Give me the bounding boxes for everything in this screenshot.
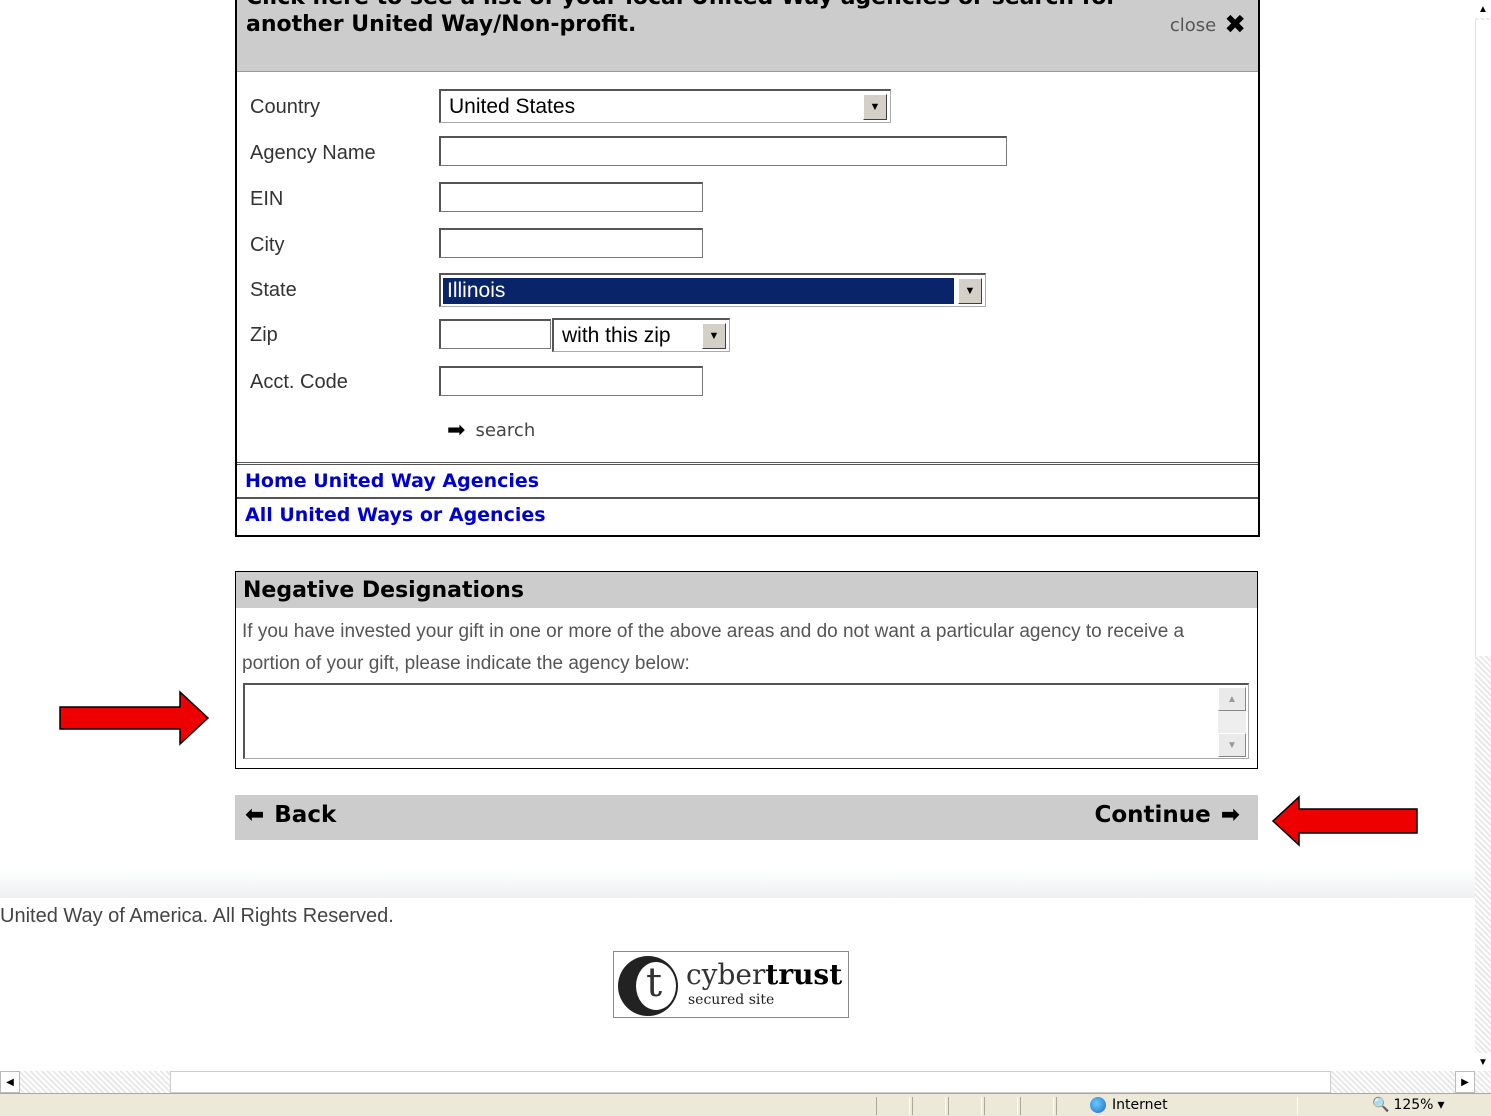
continue-button[interactable]: Continue ➡ xyxy=(1094,802,1240,828)
search-link[interactable]: ➡ search xyxy=(447,418,535,443)
status-pane xyxy=(984,1097,1018,1115)
chevron-down-icon: ▼ xyxy=(958,277,982,304)
all-agencies-link[interactable]: All United Ways or Agencies xyxy=(245,504,546,526)
agency-search-panel: Click here to see a list of your local U… xyxy=(235,0,1260,537)
brand-light: cyber xyxy=(686,958,766,991)
ein-input[interactable] xyxy=(439,182,703,212)
vertical-scroll-thumb[interactable] xyxy=(1475,20,1491,656)
negative-designations-panel: Negative Designations If you have invest… xyxy=(235,571,1258,769)
agency-name-input[interactable] xyxy=(439,136,1007,166)
page: Click here to see a list of your local U… xyxy=(0,0,1475,1071)
chevron-down-icon: ▼ xyxy=(702,322,726,349)
home-agencies-row: Home United Way Agencies xyxy=(237,462,1258,496)
ein-label: EIN xyxy=(250,188,284,210)
brand-bold: trust xyxy=(765,958,843,991)
horizontal-scroll-thumb[interactable] xyxy=(170,1071,1331,1093)
scroll-up-icon[interactable]: ▲ xyxy=(1218,687,1246,711)
zip-mode-value: with this zip xyxy=(562,323,671,347)
annotation-arrow-left-icon xyxy=(1271,795,1418,847)
navigation-bar: ⬅ Back Continue ➡ xyxy=(235,795,1258,840)
panel-header-cut-text: Click here to see a list of your local U… xyxy=(246,0,1117,10)
back-button[interactable]: ⬅ Back xyxy=(245,802,336,828)
cybertrust-subtitle: secured site xyxy=(688,992,775,1008)
panel-title: another United Way/Non-profit. xyxy=(246,12,637,37)
negative-designations-header: Negative Designations xyxy=(236,572,1257,608)
annotation-arrow-right-icon xyxy=(59,690,210,746)
scroll-down-icon[interactable]: ▼ xyxy=(1218,733,1246,757)
close-label: close xyxy=(1169,14,1217,36)
zip-mode-select[interactable]: with this zip ▼ xyxy=(552,318,730,352)
panel-header: Click here to see a list of your local U… xyxy=(237,0,1258,72)
arrow-right-icon: ➡ xyxy=(447,418,466,443)
continue-label: Continue xyxy=(1094,802,1211,828)
search-label: search xyxy=(475,420,536,441)
agency-name-label: Agency Name xyxy=(250,142,376,164)
scroll-left-icon[interactable]: ◀ xyxy=(0,1071,20,1093)
horizontal-scrollbar[interactable]: ◀ ▶ xyxy=(0,1071,1491,1093)
status-pane xyxy=(912,1097,946,1115)
home-agencies-link[interactable]: Home United Way Agencies xyxy=(245,470,539,492)
negative-designation-textarea[interactable]: ▲ ▼ xyxy=(243,683,1249,759)
zoom-icon: 🔍 xyxy=(1372,1097,1390,1113)
cybertrust-seal[interactable]: t cybertrust secured site xyxy=(613,951,849,1018)
status-bar: Internet 🔍 125% ▾ xyxy=(0,1093,1491,1116)
arrow-right-icon: ➡ xyxy=(1220,802,1240,828)
chevron-down-icon: ▼ xyxy=(863,93,887,120)
negative-designations-instructions: If you have invested your gift in one or… xyxy=(242,621,1185,674)
country-select[interactable]: United States ▼ xyxy=(439,89,891,123)
zip-label: Zip xyxy=(250,324,278,346)
zoom-control[interactable]: 🔍 125% ▾ xyxy=(1372,1097,1445,1113)
cybertrust-brand: cybertrust xyxy=(686,958,842,991)
state-select-value: Illinois xyxy=(443,277,954,304)
state-label: State xyxy=(250,279,297,301)
negative-designations-title: Negative Designations xyxy=(243,577,524,603)
status-pane xyxy=(1020,1097,1054,1115)
copyright-text: United Way of America. All Rights Reserv… xyxy=(0,905,394,927)
all-agencies-row: All United Ways or Agencies xyxy=(237,497,1258,531)
state-select[interactable]: Illinois ▼ xyxy=(439,273,986,307)
status-pane xyxy=(876,1097,910,1115)
close-icon: ✖ xyxy=(1224,10,1246,40)
zip-input[interactable] xyxy=(439,319,551,349)
city-input[interactable] xyxy=(439,228,703,258)
back-label: Back xyxy=(274,802,337,828)
close-button[interactable]: close ✖ xyxy=(1170,12,1246,38)
security-zone: Internet xyxy=(1090,1097,1168,1113)
textarea-scrollbar[interactable]: ▲ ▼ xyxy=(1218,687,1246,757)
country-label: Country xyxy=(250,96,321,118)
globe-icon xyxy=(1090,1097,1106,1113)
scroll-down-icon[interactable]: ▼ xyxy=(1475,1053,1491,1071)
footer-band xyxy=(0,868,1475,898)
scroll-up-icon[interactable]: ▲ xyxy=(1475,0,1491,18)
zoom-level: 125% xyxy=(1393,1097,1434,1113)
city-label: City xyxy=(250,234,285,256)
scroll-right-icon[interactable]: ▶ xyxy=(1455,1071,1475,1093)
country-select-value: United States xyxy=(449,94,576,118)
security-zone-label: Internet xyxy=(1112,1097,1168,1113)
acct-code-input[interactable] xyxy=(439,366,703,396)
vertical-scrollbar[interactable]: ▲ ▼ xyxy=(1475,0,1491,1071)
chevron-down-icon: ▾ xyxy=(1437,1097,1445,1113)
acct-code-label: Acct. Code xyxy=(250,371,348,393)
status-pane xyxy=(948,1097,982,1115)
cybertrust-logo-letter: t xyxy=(646,960,663,1006)
arrow-left-icon: ⬅ xyxy=(245,802,265,828)
